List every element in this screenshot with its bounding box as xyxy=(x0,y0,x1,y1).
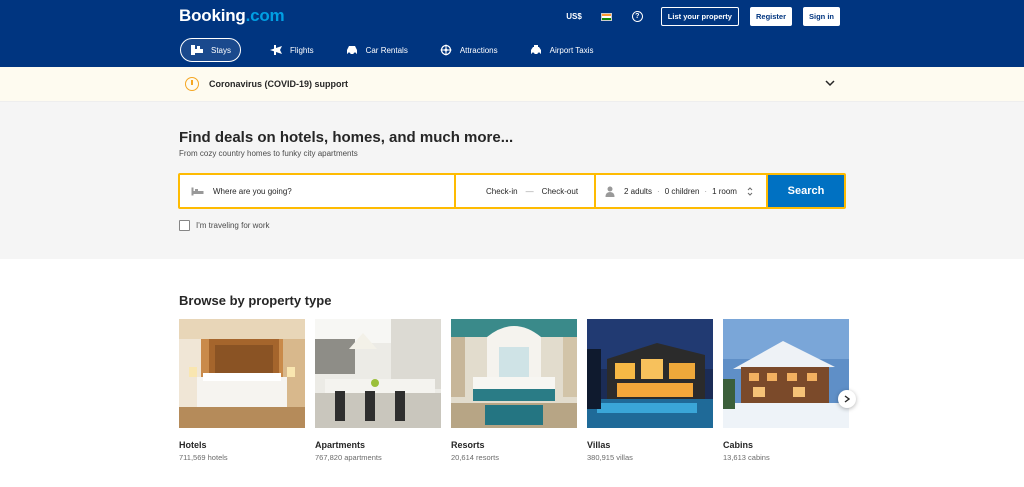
nav-car-rentals-label: Car Rentals xyxy=(365,45,408,55)
property-card-hotels[interactable]: Hotels 711,569 hotels xyxy=(179,319,305,462)
property-name[interactable]: Cabins xyxy=(723,440,849,450)
car-icon xyxy=(346,46,357,56)
nav-airport-taxis-label: Airport Taxis xyxy=(549,45,594,55)
person-icon xyxy=(605,186,615,197)
check-out-label: Check-out xyxy=(541,186,579,196)
hero-title: Find deals on hotels, homes, and much mo… xyxy=(179,129,514,146)
booking-logo[interactable]: Booking.com xyxy=(179,6,285,26)
work-travel-label: I'm traveling for work xyxy=(196,221,270,230)
chevron-down-icon[interactable] xyxy=(825,79,835,87)
property-count: 711,569 hotels xyxy=(179,453,228,462)
date-separator: — xyxy=(525,186,534,196)
currency-selector[interactable]: US$ xyxy=(566,12,582,21)
covid-banner-text: Coronavirus (COVID-19) support xyxy=(209,79,349,89)
nav-flights-label: Flights xyxy=(290,45,314,55)
nav-airport-taxis[interactable]: Airport Taxis xyxy=(526,38,597,62)
search-button[interactable]: Search xyxy=(768,175,844,207)
property-card-resorts[interactable]: Resorts 20,614 resorts xyxy=(451,319,577,462)
chevron-right-icon xyxy=(844,395,850,403)
villas-image[interactable] xyxy=(587,319,713,428)
check-in-label: Check-in xyxy=(486,186,518,196)
children-count: 0 children xyxy=(664,186,700,196)
date-field[interactable]: Check-in — Check-out xyxy=(456,175,594,207)
property-card-apartments[interactable]: Apartments 767,820 apartments xyxy=(315,319,441,462)
guests-field[interactable]: 2 adults · 0 children · 1 room xyxy=(596,175,766,207)
header: Booking.com US$ ? List your property Reg… xyxy=(0,0,1024,67)
bed-icon xyxy=(191,45,203,55)
property-count: 767,820 apartments xyxy=(315,453,382,462)
property-name[interactable]: Resorts xyxy=(451,440,577,450)
nav-car-rentals[interactable]: Car Rentals xyxy=(342,38,411,62)
guests-separator: · xyxy=(657,186,660,196)
attractions-icon xyxy=(440,44,452,56)
nav-stays-label: Stays xyxy=(211,45,232,55)
covid-banner[interactable]: Coronavirus (COVID-19) support xyxy=(0,67,1024,102)
bed-icon xyxy=(191,187,204,195)
taxi-icon xyxy=(530,45,541,56)
hotels-image[interactable] xyxy=(179,319,305,428)
india-flag-icon[interactable] xyxy=(600,12,612,21)
property-count: 13,613 cabins xyxy=(723,453,770,462)
property-count: 380,915 villas xyxy=(587,453,633,462)
product-nav: Stays Flights Car Rentals Attractions Ai… xyxy=(180,38,622,62)
help-icon[interactable]: ? xyxy=(631,11,643,22)
hero-section: Find deals on hotels, homes, and much mo… xyxy=(0,102,1024,259)
plane-icon xyxy=(270,45,283,55)
work-travel-toggle[interactable]: I'm traveling for work xyxy=(179,220,270,231)
apartments-image[interactable] xyxy=(315,319,441,428)
guests-separator: · xyxy=(704,186,708,196)
cabins-image[interactable] xyxy=(723,319,849,428)
work-travel-checkbox[interactable] xyxy=(179,220,190,231)
rooms-count: 1 room xyxy=(712,186,737,196)
browse-title: Browse by property type xyxy=(179,293,332,308)
property-name[interactable]: Apartments xyxy=(315,440,441,450)
chevron-updown-icon xyxy=(747,186,753,196)
property-count: 20,614 resorts xyxy=(451,453,499,462)
nav-flights[interactable]: Flights xyxy=(266,38,317,62)
carousel-next-button[interactable] xyxy=(838,390,856,408)
property-card-cabins[interactable]: Cabins 13,613 cabins xyxy=(723,319,849,462)
property-name[interactable]: Hotels xyxy=(179,440,305,450)
search-bar: Where are you going? Check-in — Check-ou… xyxy=(178,173,846,209)
destination-placeholder: Where are you going? xyxy=(213,186,292,196)
destination-field[interactable]: Where are you going? xyxy=(180,175,454,207)
sign-in-button[interactable]: Sign in xyxy=(803,7,840,26)
adults-count: 2 adults xyxy=(624,186,653,196)
hero-subtitle: From cozy country homes to funky city ap… xyxy=(179,149,358,158)
register-button[interactable]: Register xyxy=(749,7,792,26)
page: Booking.com US$ ? List your property Reg… xyxy=(0,0,1024,487)
property-card-villas[interactable]: Villas 380,915 villas xyxy=(587,319,713,462)
nav-attractions-label: Attractions xyxy=(459,45,498,55)
property-type-carousel: Hotels 711,569 hotels Apartments 767,820… xyxy=(179,319,849,462)
list-property-button[interactable]: List your property xyxy=(660,7,739,26)
header-actions: US$ ? List your property Register Sign i… xyxy=(566,7,840,26)
resorts-image[interactable] xyxy=(451,319,577,428)
info-clock-icon xyxy=(185,77,199,91)
nav-attractions[interactable]: Attractions xyxy=(436,38,501,62)
nav-stays[interactable]: Stays xyxy=(180,38,242,62)
property-name[interactable]: Villas xyxy=(587,440,713,450)
